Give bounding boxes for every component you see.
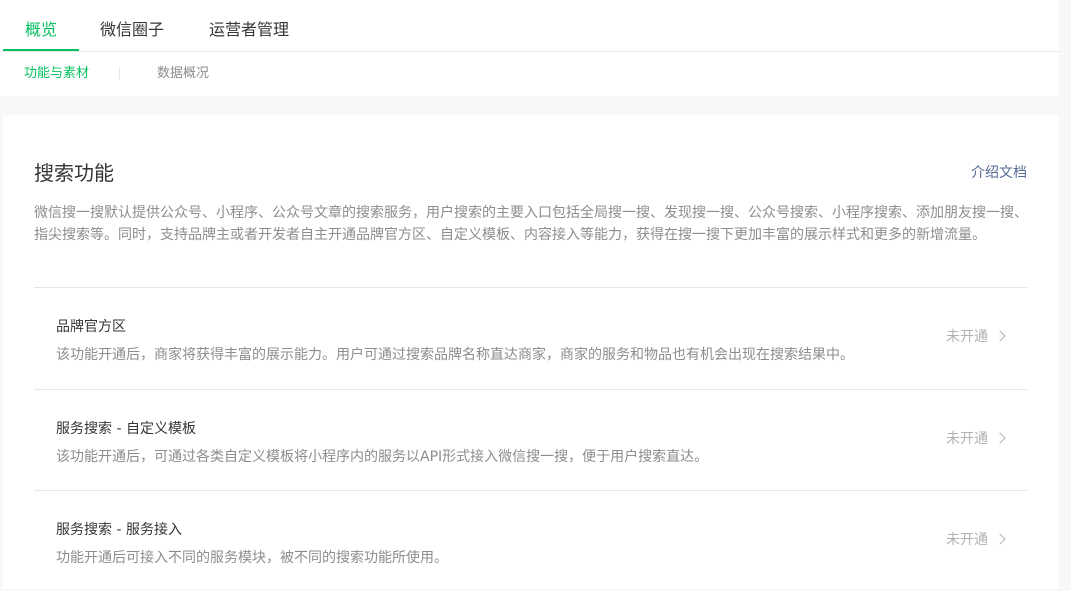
section-description: 微信搜一搜默认提供公众号、小程序、公众号文章的搜索服务，用户搜索的主要入口包括全… xyxy=(34,205,1028,243)
search-feature-panel: 搜索功能 介绍文档 微信搜一搜默认提供公众号、小程序、公众号文章的搜索服务，用户… xyxy=(3,115,1059,589)
chevron-right-icon xyxy=(994,330,1006,342)
status-label: 未开通 xyxy=(946,532,988,548)
tab-overview[interactable]: 概览 xyxy=(3,0,79,51)
top-nav: 概览 微信圈子 运营者管理 xyxy=(0,0,1059,52)
status-badge[interactable]: 未开通 xyxy=(946,326,1006,346)
feature-item-service-access[interactable]: 服务搜索 - 服务接入 功能开通后可接入不同的服务模块，被不同的搜索功能所使用。… xyxy=(34,490,1028,591)
feature-item-title: 品牌官方区 xyxy=(56,319,126,335)
status-badge[interactable]: 未开通 xyxy=(946,529,1006,549)
status-label: 未开通 xyxy=(946,329,988,345)
feature-item-desc: 功能开通后可接入不同的服务模块，被不同的搜索功能所使用。 xyxy=(56,550,448,566)
feature-item-desc: 该功能开通后，商家将获得丰富的展示能力。用户可通过搜索品牌名称直达商家，商家的服… xyxy=(56,347,854,363)
tab-operator-management[interactable]: 运营者管理 xyxy=(209,0,289,49)
chevron-right-icon xyxy=(994,533,1006,545)
subtab-features-materials[interactable]: 功能与素材 xyxy=(24,52,89,96)
chevron-right-icon xyxy=(994,432,1006,444)
feature-item-brand-zone[interactable]: 品牌官方区 该功能开通后，商家将获得丰富的展示能力。用户可通过搜索品牌名称直达商… xyxy=(34,287,1028,388)
feature-item-desc: 该功能开通后，可通过各类自定义模板将小程序内的服务以API形式接入微信搜一搜，便… xyxy=(56,449,709,465)
status-badge[interactable]: 未开通 xyxy=(946,428,1006,448)
feature-item-custom-template[interactable]: 服务搜索 - 自定义模板 该功能开通后，可通过各类自定义模板将小程序内的服务以A… xyxy=(34,389,1028,490)
subnav-divider xyxy=(119,68,120,80)
feature-item-title: 服务搜索 - 服务接入 xyxy=(56,522,182,538)
status-label: 未开通 xyxy=(946,431,988,447)
tab-wechat-circle[interactable]: 微信圈子 xyxy=(100,0,164,49)
feature-item-title: 服务搜索 - 自定义模板 xyxy=(56,421,196,437)
page-title: 搜索功能 xyxy=(34,161,114,185)
subtab-data-overview[interactable]: 数据概况 xyxy=(157,52,209,96)
intro-doc-link[interactable]: 介绍文档 xyxy=(971,162,1027,182)
sub-nav: 功能与素材 数据概况 xyxy=(0,52,1059,96)
